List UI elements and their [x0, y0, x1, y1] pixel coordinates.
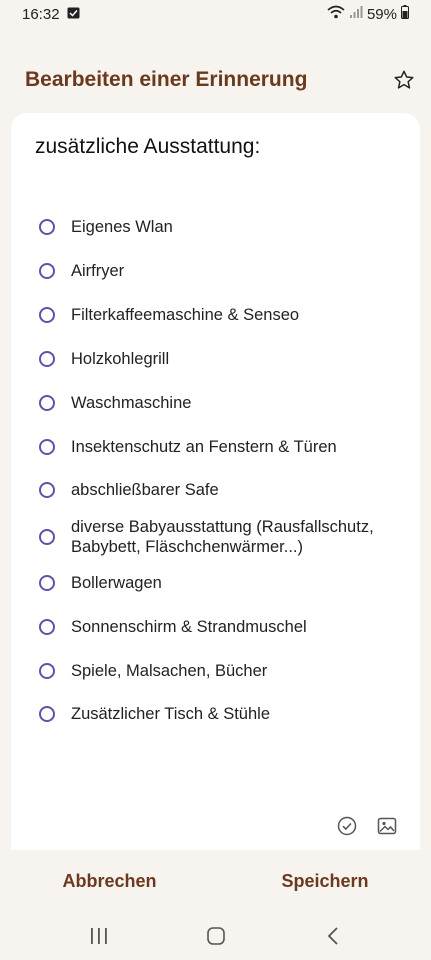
option-label-line: Babybett, Fläschchenwärmer...): [71, 538, 304, 556]
list-item[interactable]: Spiele, Malsachen, Bücher: [39, 661, 409, 681]
option-label: Waschmaschine: [71, 394, 192, 412]
status-right: 59%: [327, 5, 409, 23]
calendar-check-icon: [67, 6, 80, 23]
battery-text: 59%: [366, 5, 397, 23]
signal-icon: [349, 5, 363, 23]
action-bar: Abbrechen Speichern: [0, 858, 431, 904]
list-item[interactable]: Bollerwagen: [39, 573, 409, 593]
list-item[interactable]: Holzkohlegrill: [39, 349, 409, 369]
reminder-title[interactable]: zusätzliche Ausstattung:: [35, 135, 260, 159]
list-item[interactable]: Waschmaschine: [39, 393, 409, 413]
radio-button[interactable]: [39, 575, 55, 591]
header: Bearbeiten einer Erinnerung: [0, 56, 431, 104]
list-item[interactable]: Eigenes Wlan: [39, 217, 409, 237]
back-icon[interactable]: [318, 921, 348, 951]
list-item[interactable]: Airfryer: [39, 261, 409, 281]
option-label: Spiele, Malsachen, Bücher: [71, 662, 268, 680]
option-label: Zusätzlicher Tisch & Stühle: [71, 705, 270, 723]
save-button[interactable]: Speichern: [261, 863, 388, 900]
option-label: Bollerwagen: [71, 574, 162, 592]
status-time: 16:32: [22, 5, 60, 23]
radio-button[interactable]: [39, 663, 55, 679]
list-item[interactable]: abschließbarer Safe: [39, 480, 409, 500]
checkbox-circle-icon[interactable]: [336, 815, 358, 837]
list-item[interactable]: Insektenschutz an Fenstern & Türen: [39, 437, 409, 457]
option-label-line: diverse Babyausstattung (Rausfallschutz,: [71, 518, 374, 536]
reminder-card: zusätzliche Ausstattung: Eigenes Wlan Ai…: [11, 113, 420, 850]
status-bar: 16:32 59%: [0, 0, 431, 28]
wifi-icon: [327, 5, 345, 23]
option-label: Airfryer: [71, 262, 125, 280]
radio-button[interactable]: [39, 529, 55, 545]
radio-button[interactable]: [39, 395, 55, 411]
page-title: Bearbeiten einer Erinnerung: [25, 68, 308, 91]
list-item[interactable]: Zusätzlicher Tisch & Stühle: [39, 704, 409, 724]
star-icon[interactable]: [391, 67, 417, 93]
status-left: 16:32: [22, 6, 80, 23]
radio-button[interactable]: [39, 351, 55, 367]
option-label: Insektenschutz an Fenstern & Türen: [71, 438, 337, 456]
radio-button[interactable]: [39, 219, 55, 235]
option-label: diverse Babyausstattung (Rausfallschutz,…: [71, 517, 374, 557]
option-label: Filterkaffeemaschine & Senseo: [71, 306, 300, 324]
option-label: Sonnenschirm & Strandmuschel: [71, 618, 307, 636]
radio-button[interactable]: [39, 439, 55, 455]
option-label: Holzkohlegrill: [71, 350, 170, 368]
home-icon[interactable]: [201, 921, 231, 951]
radio-button[interactable]: [39, 263, 55, 279]
option-label: Eigenes Wlan: [71, 218, 173, 236]
battery-icon: [401, 5, 409, 23]
system-navbar: [0, 912, 431, 960]
recents-icon[interactable]: [84, 921, 114, 951]
cancel-button[interactable]: Abbrechen: [42, 863, 176, 900]
radio-button[interactable]: [39, 307, 55, 323]
list-item[interactable]: diverse Babyausstattung (Rausfallschutz,…: [39, 517, 409, 557]
image-icon[interactable]: [376, 815, 398, 837]
card-toolbar: [336, 815, 398, 837]
option-label: abschließbarer Safe: [71, 481, 219, 499]
radio-button[interactable]: [39, 482, 55, 498]
list-item[interactable]: Filterkaffeemaschine & Senseo: [39, 305, 409, 325]
radio-button[interactable]: [39, 619, 55, 635]
radio-button[interactable]: [39, 706, 55, 722]
list-item[interactable]: Sonnenschirm & Strandmuschel: [39, 617, 409, 637]
